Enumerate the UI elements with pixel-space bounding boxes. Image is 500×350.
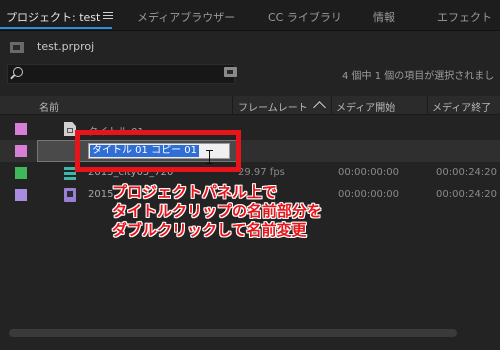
column-header-frame-rate[interactable]: フレームレート — [238, 99, 308, 114]
search-icon — [13, 67, 23, 77]
media-start-value: 00:00:00:00 — [338, 189, 400, 200]
column-divider[interactable] — [331, 96, 332, 114]
column-header-media-start[interactable]: メディア開始 — [336, 99, 395, 114]
project-file-row: test.prproj — [0, 38, 500, 58]
annotation-line: タイトルクリップの名前部分を — [112, 202, 323, 220]
annotation-line: プロジェクトパネル上で — [112, 183, 278, 201]
column-header-bar: 名前 フレームレート メディア開始 メディア終了 — [0, 96, 500, 115]
video-clip-icon — [64, 188, 76, 202]
project-folder-icon — [10, 42, 24, 53]
search-input[interactable] — [7, 64, 235, 84]
label-color-swatch[interactable] — [15, 123, 27, 135]
media-start-value: 00:00:00:00 — [338, 167, 400, 178]
tab-info[interactable]: 情報 — [373, 9, 395, 25]
media-end-value: 00:00:24:20 — [436, 167, 498, 178]
highlight-box — [75, 130, 241, 172]
selection-status: 4 個中 1 個の項目が選択されまし — [342, 71, 495, 82]
tab-project[interactable]: プロジェクト: test — [6, 9, 100, 25]
clip-name[interactable]: 2015 — [88, 189, 113, 200]
column-divider[interactable] — [232, 96, 233, 114]
tab-cc-libraries[interactable]: CC ライブラリ — [268, 9, 342, 25]
tab-effects[interactable]: エフェクト — [437, 9, 492, 25]
horizontal-scrollbar[interactable] — [9, 329, 457, 337]
panel-menu-icon[interactable] — [103, 12, 113, 20]
label-color-swatch[interactable] — [15, 189, 27, 201]
label-color-swatch[interactable] — [15, 167, 27, 179]
project-file-name: test.prproj — [37, 40, 95, 53]
column-header-media-end[interactable]: メディア終了 — [432, 99, 491, 114]
column-divider[interactable] — [427, 96, 428, 114]
column-header-name[interactable]: 名前 — [39, 99, 59, 114]
tab-media-browser[interactable]: メディアブラウザー — [137, 9, 235, 25]
sort-ascending-icon[interactable] — [313, 101, 326, 114]
annotation-line: ダブルクリックして名前変更 — [112, 221, 307, 239]
label-color-swatch[interactable] — [15, 145, 27, 157]
new-bin-icon[interactable] — [224, 67, 237, 77]
frame-rate-value: 29.97 fps — [238, 167, 285, 178]
active-tab-indicator — [0, 27, 112, 29]
media-end-value: 00:00:24:20 — [436, 189, 498, 200]
panel-tab-bar: プロジェクト: test メディアブラウザー CC ライブラリ 情報 エフェクト — [0, 0, 500, 31]
annotation-text: プロジェクトパネル上で タイトルクリップの名前部分を ダブルクリックして名前変更 — [112, 183, 322, 240]
